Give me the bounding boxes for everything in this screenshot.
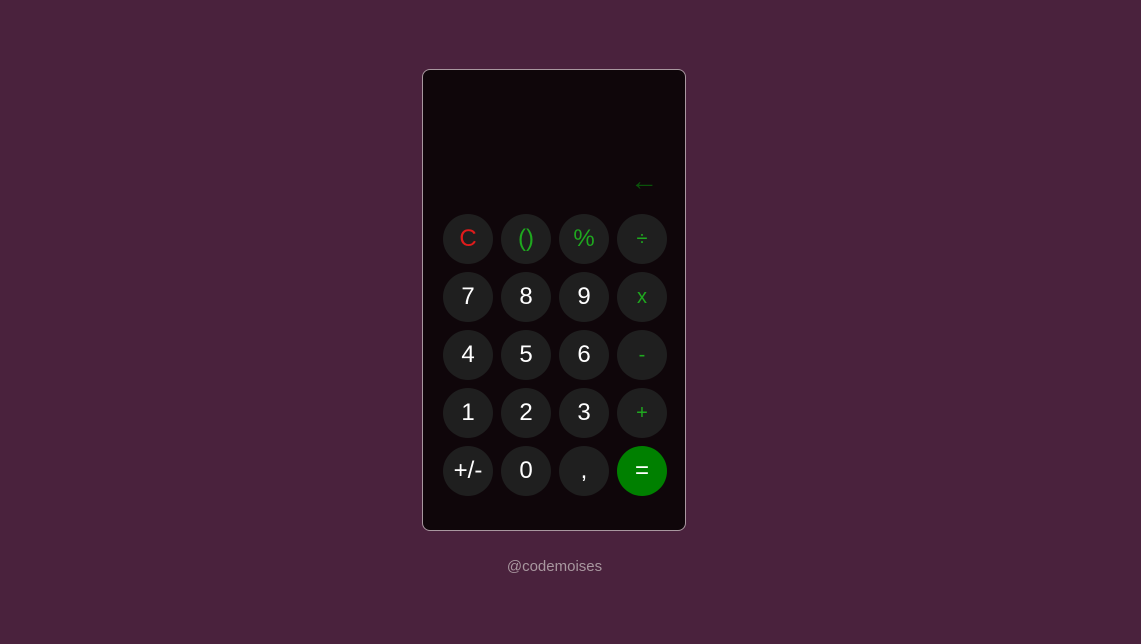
percent-button[interactable]: % [559,214,609,264]
add-button[interactable]: + [617,388,667,438]
toggle-sign-button[interactable]: +/- [443,446,493,496]
digit-7-button[interactable]: 7 [443,272,493,322]
digit-6-button[interactable]: 6 [559,330,609,380]
equals-button[interactable]: = [617,446,667,496]
clear-button[interactable]: C [443,214,493,264]
digit-8-button[interactable]: 8 [501,272,551,322]
digit-0-button[interactable]: 0 [501,446,551,496]
digit-2-button[interactable]: 2 [501,388,551,438]
backspace-button[interactable]: ← [626,166,662,196]
digit-5-button[interactable]: 5 [501,330,551,380]
digit-4-button[interactable]: 4 [443,330,493,380]
digit-9-button[interactable]: 9 [559,272,609,322]
author-credit: @codemoises [506,558,603,575]
keypad: C()% ÷ 7 8 9 x 4 5 6- 1 2 3 + +/- 0, = [443,214,667,496]
calculator: ← C()% ÷ 7 8 9 x 4 5 6- 1 2 3 + +/- 0, = [422,69,686,531]
divide-button[interactable]: ÷ [617,214,667,264]
digit-1-button[interactable]: 1 [443,388,493,438]
display: ← [423,70,685,210]
multiply-button[interactable]: x [617,272,667,322]
parentheses-button[interactable]: () [501,214,551,264]
digit-3-button[interactable]: 3 [559,388,609,438]
decimal-button[interactable]: , [559,446,609,496]
subtract-button[interactable]: - [617,330,667,380]
